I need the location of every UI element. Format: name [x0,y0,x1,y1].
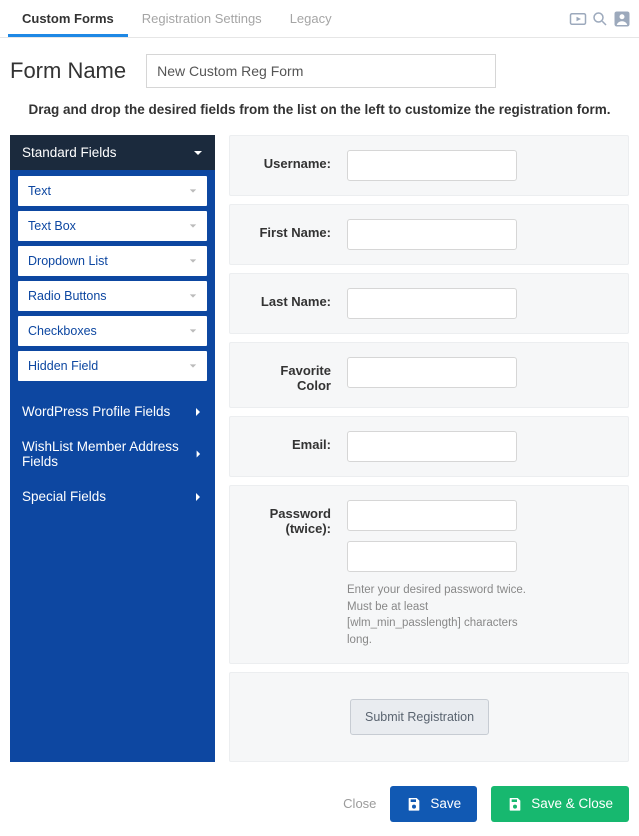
fields-sidebar: Standard Fields Text Text Box Dropdown L… [10,135,215,762]
save-button-label: Save [430,796,461,811]
search-icon[interactable] [591,10,609,28]
chevron-down-icon [193,148,203,158]
user-icon[interactable] [613,10,631,28]
form-name-input[interactable] [146,54,496,88]
form-label-username: Username: [246,150,331,171]
form-row-firstname[interactable]: First Name: [229,204,629,265]
save-button[interactable]: Save [390,786,477,822]
chevron-down-icon [189,187,197,195]
chevron-right-icon [194,449,203,459]
accordion-standard-fields-label: Standard Fields [22,145,117,160]
form-row-username[interactable]: Username: [229,135,629,196]
field-item-hidden[interactable]: Hidden Field [18,351,207,381]
submit-registration-button[interactable]: Submit Registration [350,699,489,735]
save-icon [406,796,422,812]
chevron-right-icon [193,492,203,502]
field-item-text[interactable]: Text [18,176,207,206]
username-input[interactable] [347,150,517,181]
save-close-button[interactable]: Save & Close [491,786,629,822]
accordion-standard-fields[interactable]: Standard Fields [10,135,215,170]
tab-custom-forms[interactable]: Custom Forms [8,1,128,37]
field-item-textbox[interactable]: Text Box [18,211,207,241]
save-close-button-label: Save & Close [531,796,613,811]
form-preview: Username: First Name: Last Name: Favorit… [229,135,629,762]
favorite-color-input[interactable] [347,357,517,388]
accordion-wlm-address-fields-label: WishList Member Address Fields [22,439,194,469]
form-label-password: Password (twice): [246,500,331,536]
form-row-lastname[interactable]: Last Name: [229,273,629,334]
instructions-text: Drag and drop the desired fields from th… [0,100,639,135]
accordion-wlm-address-fields[interactable]: WishList Member Address Fields [10,429,215,479]
chevron-down-icon [189,222,197,230]
tab-legacy[interactable]: Legacy [276,1,346,37]
close-button[interactable]: Close [343,796,376,811]
form-row-favorite-color[interactable]: Favorite Color [229,342,629,408]
save-icon [507,796,523,812]
tab-registration-settings[interactable]: Registration Settings [128,1,276,37]
accordion-wp-profile-fields[interactable]: WordPress Profile Fields [10,394,215,429]
accordion-special-fields[interactable]: Special Fields [10,479,215,514]
field-item-label: Checkboxes [28,324,97,338]
field-item-label: Text [28,184,51,198]
chevron-down-icon [189,257,197,265]
field-item-radio[interactable]: Radio Buttons [18,281,207,311]
video-icon[interactable] [569,10,587,28]
form-name-label: Form Name [10,58,126,84]
field-item-checkboxes[interactable]: Checkboxes [18,316,207,346]
form-label-lastname: Last Name: [246,288,331,309]
password-helper-text: Enter your desired password twice. Must … [347,582,527,649]
field-item-label: Text Box [28,219,76,233]
form-row-password[interactable]: Password (twice): Enter your desired pas… [229,485,629,664]
form-row-submit[interactable]: Submit Registration [229,672,629,762]
chevron-right-icon [193,407,203,417]
field-item-label: Dropdown List [28,254,108,268]
accordion-special-fields-label: Special Fields [22,489,106,504]
field-item-label: Hidden Field [28,359,98,373]
field-item-label: Radio Buttons [28,289,107,303]
form-label-firstname: First Name: [246,219,331,240]
firstname-input[interactable] [347,219,517,250]
password-input[interactable] [347,500,517,531]
accordion-wp-profile-fields-label: WordPress Profile Fields [22,404,170,419]
form-label-favorite-color: Favorite Color [246,357,331,393]
lastname-input[interactable] [347,288,517,319]
form-row-email[interactable]: Email: [229,416,629,477]
chevron-down-icon [189,327,197,335]
chevron-down-icon [189,362,197,370]
email-input[interactable] [347,431,517,462]
form-label-email: Email: [246,431,331,452]
password-confirm-input[interactable] [347,541,517,572]
chevron-down-icon [189,292,197,300]
field-item-dropdown[interactable]: Dropdown List [18,246,207,276]
